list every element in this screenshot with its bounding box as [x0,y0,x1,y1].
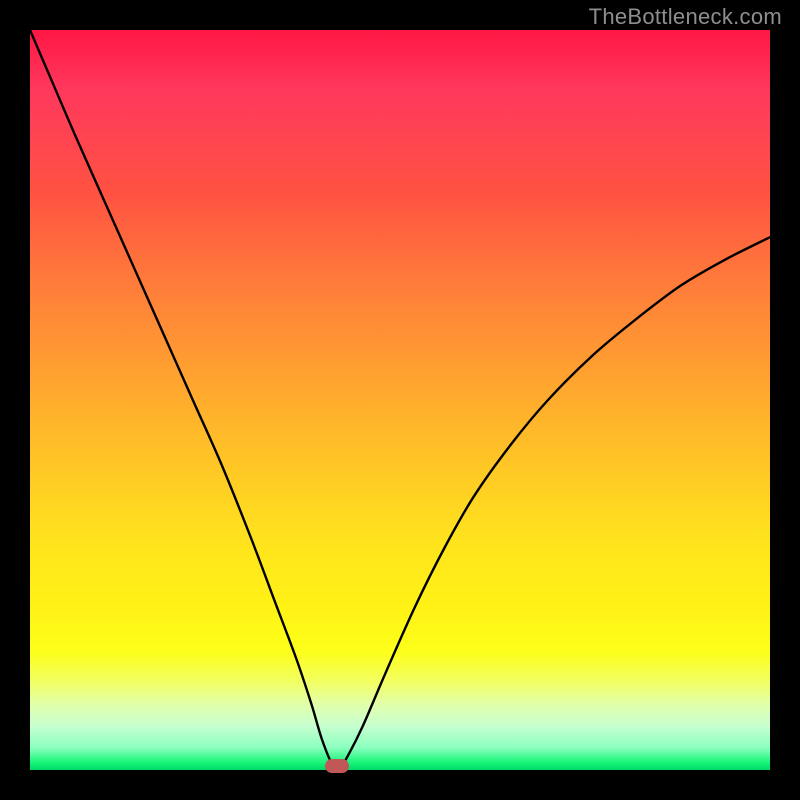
curve-svg [30,30,770,770]
chart-frame: TheBottleneck.com [0,0,800,800]
plot-area [30,30,770,770]
bottleneck-curve-path [30,30,770,769]
watermark-text: TheBottleneck.com [589,4,782,30]
optimal-point-marker [325,759,349,773]
